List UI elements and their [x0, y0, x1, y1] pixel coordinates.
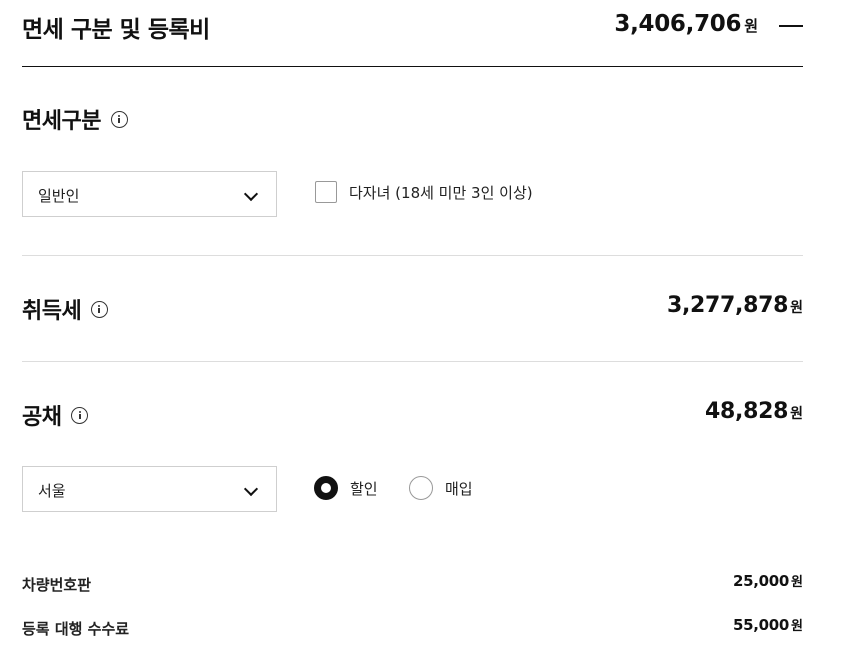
multi-child-checkbox-row[interactable]: 다자녀 (18세 미만 3인 이상): [315, 181, 533, 203]
multi-child-label: 다자녀 (18세 미만 3인 이상): [349, 183, 533, 202]
acquisition-tax-title-row: 취득세: [22, 293, 109, 325]
bond-title-row: 공채: [22, 399, 89, 431]
total-amount: 3,406,706 원: [614, 11, 758, 37]
bond-amount-unit: 원: [790, 406, 803, 422]
license-plate-fee-label: 차량번호판: [22, 576, 92, 594]
registration-agency-fee-label: 등록 대행 수수료: [22, 620, 130, 638]
info-icon[interactable]: [71, 406, 89, 424]
discount-radio-option[interactable]: 할인: [314, 476, 378, 500]
total-amount-unit: 원: [744, 17, 758, 35]
acquisition-tax-value: 3,277,878: [666, 293, 789, 318]
license-plate-fee-unit: 원: [791, 575, 803, 590]
exemption-title: 면세구분: [22, 109, 101, 134]
exemption-type-value: 일반인: [38, 187, 80, 205]
purchase-radio-option[interactable]: 매입: [409, 476, 473, 500]
divider: [22, 361, 803, 362]
acquisition-tax-amount: 3,277,878 원: [667, 293, 803, 318]
chevron-down-icon: [243, 186, 259, 202]
panel-header: 면세 구분 및 등록비 3,406,706 원: [22, 0, 803, 67]
bond-title: 공채: [22, 405, 62, 430]
collapse-icon[interactable]: [779, 14, 803, 38]
discount-radio-label: 할인: [350, 479, 378, 498]
multi-child-checkbox[interactable]: [315, 181, 337, 203]
license-plate-fee-value: 25,000: [732, 572, 790, 590]
bond-amount-value: 48,828: [705, 399, 789, 424]
purchase-radio[interactable]: [409, 476, 433, 500]
license-plate-fee-amount: 25,000 원: [733, 571, 803, 590]
registration-agency-fee-value: 55,000: [732, 616, 790, 634]
acquisition-tax-title: 취득세: [22, 299, 82, 324]
registration-agency-fee-amount: 55,000 원: [733, 615, 803, 634]
bond-region-select[interactable]: 서울: [22, 466, 277, 512]
info-icon[interactable]: [91, 300, 109, 318]
bond-amount: 48,828 원: [705, 399, 803, 424]
acquisition-tax-unit: 원: [790, 300, 803, 316]
exemption-type-select[interactable]: 일반인: [22, 171, 277, 217]
total-amount-value: 3,406,706: [614, 11, 742, 37]
chevron-down-icon: [243, 481, 259, 497]
registration-agency-fee-unit: 원: [791, 619, 803, 634]
exemption-title-row: 면세구분: [22, 103, 128, 135]
divider: [22, 255, 803, 256]
purchase-radio-label: 매입: [445, 479, 473, 498]
panel-title: 면세 구분 및 등록비: [22, 17, 210, 43]
bond-region-value: 서울: [38, 482, 66, 500]
info-icon[interactable]: [110, 110, 128, 128]
discount-radio[interactable]: [314, 476, 338, 500]
